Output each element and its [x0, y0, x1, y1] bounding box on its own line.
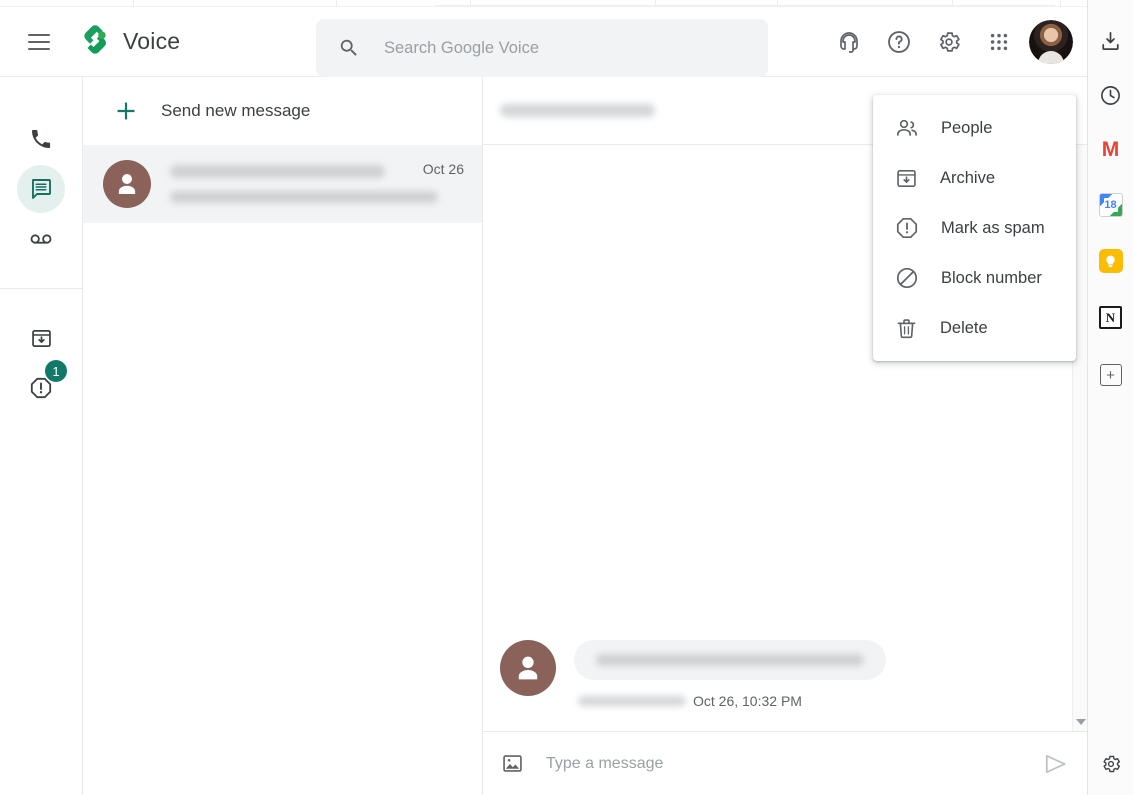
conversation-preview-redacted [170, 191, 438, 203]
help-button[interactable] [879, 22, 919, 62]
people-icon [895, 116, 919, 140]
message-icon [29, 177, 53, 201]
left-nav-rail: 1 [0, 77, 83, 795]
help-circle-icon [886, 29, 912, 55]
send-new-message-button[interactable]: Send new message [83, 77, 482, 145]
google-voice-app: Voice [0, 0, 1133, 795]
menu-item-people-label: People [941, 119, 992, 138]
conversation-date: Oct 26 [423, 161, 464, 177]
send-icon[interactable] [1043, 751, 1069, 777]
search-icon [338, 37, 360, 59]
sidebar-item-messages[interactable] [17, 165, 65, 213]
apps-grid-icon [988, 31, 1010, 53]
add-extension-button[interactable]: + [1094, 358, 1128, 392]
menu-item-archive[interactable]: Archive [873, 153, 1076, 203]
nav-divider [0, 288, 83, 289]
page-viewport: Voice [0, 7, 1087, 795]
menu-item-archive-label: Archive [940, 169, 995, 188]
message-timestamp: Oct 26, 10:32 PM [693, 693, 802, 709]
gmail-icon: M [1102, 139, 1120, 160]
keep-bulb-icon [1099, 249, 1123, 273]
message-bubble [574, 640, 886, 680]
message-content: Oct 26, 10:32 PM [574, 640, 886, 709]
menu-item-people[interactable]: People [873, 103, 1076, 153]
conversation-summary [170, 165, 423, 203]
sidebar-item-archived[interactable] [17, 314, 65, 362]
headset-icon [837, 30, 861, 54]
search-input[interactable] [384, 39, 714, 58]
block-icon [895, 266, 919, 290]
spam-unread-badge: 1 [45, 360, 67, 382]
trash-icon [895, 317, 918, 340]
downloads-button[interactable] [1094, 24, 1128, 58]
support-headset-button[interactable] [829, 22, 869, 62]
conversation-context-menu: People Archive Mark as spam [873, 95, 1076, 361]
gear-icon [936, 29, 962, 55]
message-sender-redacted [578, 696, 686, 706]
search-box[interactable] [316, 19, 768, 77]
archive-icon [30, 327, 53, 350]
notion-extension-button[interactable]: N [1094, 300, 1128, 334]
message-row: Oct 26, 10:32 PM [500, 640, 886, 709]
image-icon[interactable] [501, 752, 524, 775]
message-composer [483, 731, 1087, 795]
browser-side-panel: M 18 N + [1087, 0, 1133, 795]
history-button[interactable] [1094, 78, 1128, 112]
menu-item-block-number[interactable]: Block number [873, 253, 1076, 303]
calendar-extension-button[interactable]: 18 [1094, 188, 1128, 222]
calendar-day-number: 18 [1104, 198, 1118, 212]
spam-icon [895, 216, 919, 240]
message-metadata: Oct 26, 10:32 PM [574, 693, 886, 709]
conversation-list-item[interactable]: Oct 26 [83, 145, 482, 223]
keep-extension-button[interactable] [1094, 244, 1128, 278]
menu-item-delete[interactable]: Delete [873, 303, 1076, 353]
browser-settings-button[interactable] [1094, 747, 1128, 781]
google-voice-logo [79, 25, 113, 59]
sidebar-item-calls[interactable] [17, 115, 65, 163]
account-avatar-button[interactable] [1029, 20, 1073, 64]
browser-tab-strip [0, 0, 1133, 7]
calendar-icon: 18 [1099, 193, 1123, 217]
hamburger-menu-icon[interactable] [15, 18, 63, 66]
menu-item-block-number-label: Block number [941, 269, 1042, 288]
gear-icon [1100, 753, 1122, 775]
person-avatar-icon [500, 640, 556, 696]
conversation-list-panel: Send new message Oct 26 [83, 77, 483, 795]
brand-logo-link[interactable]: Voice [79, 25, 180, 59]
message-input[interactable] [546, 755, 1021, 773]
page-title: Voice [123, 28, 180, 55]
app-header: Voice [0, 7, 1087, 77]
message-body-redacted [596, 654, 864, 666]
download-icon [1099, 30, 1122, 53]
google-apps-button[interactable] [979, 22, 1019, 62]
phone-icon [29, 127, 53, 151]
clock-icon [1099, 84, 1122, 107]
plus-box-icon: + [1100, 364, 1122, 386]
archive-icon [895, 167, 918, 190]
menu-item-mark-as-spam-label: Mark as spam [941, 219, 1045, 238]
plus-icon [113, 98, 139, 124]
header-actions [829, 7, 1073, 77]
sidebar-item-voicemail[interactable] [17, 215, 65, 263]
conversation-contact-name-redacted [170, 165, 385, 178]
avatar [1029, 20, 1073, 64]
menu-item-mark-as-spam[interactable]: Mark as spam [873, 203, 1076, 253]
sidebar-item-spam[interactable]: 1 [17, 364, 65, 412]
voicemail-icon [28, 226, 54, 252]
settings-button[interactable] [929, 22, 969, 62]
thread-contact-title-redacted [500, 104, 655, 117]
gmail-extension-button[interactable]: M [1094, 132, 1128, 166]
send-new-message-label: Send new message [161, 101, 310, 121]
notion-icon: N [1099, 306, 1122, 329]
person-avatar-icon [103, 160, 151, 208]
menu-item-delete-label: Delete [940, 319, 988, 338]
scroll-down-arrow-icon[interactable] [1076, 719, 1086, 725]
